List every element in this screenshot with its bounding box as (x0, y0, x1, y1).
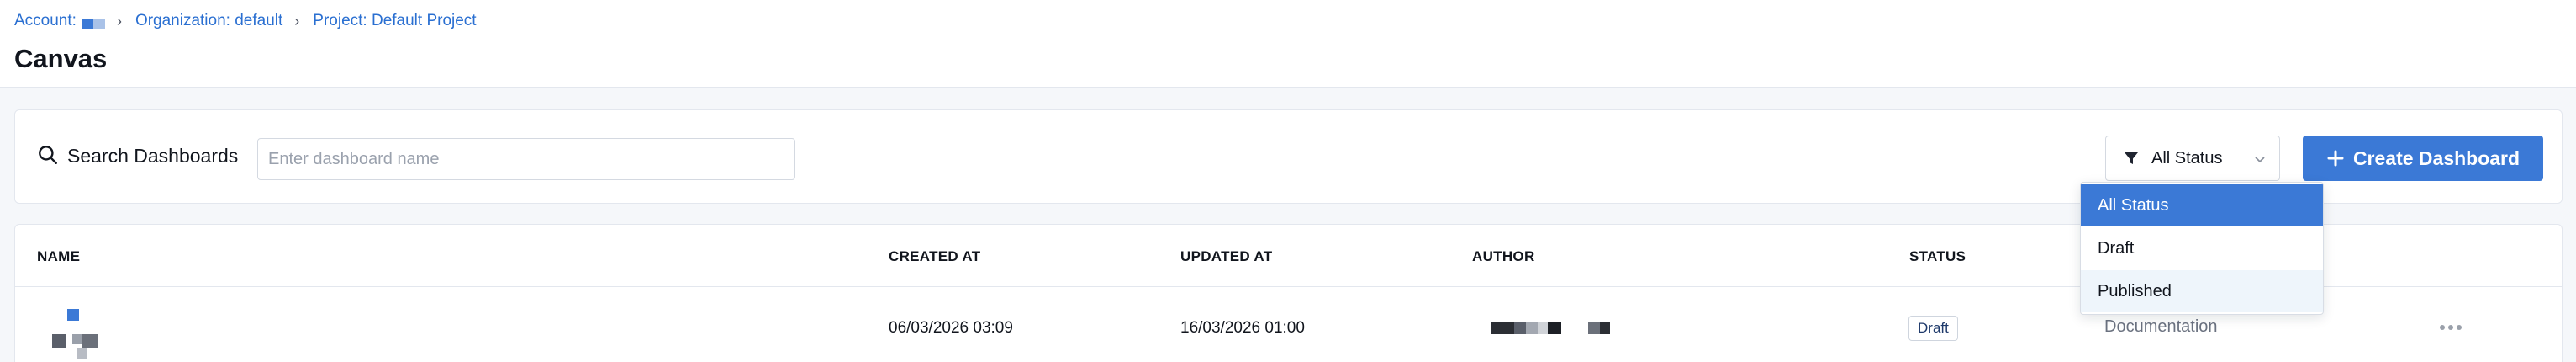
chevron-down-icon (2255, 157, 2265, 163)
updated-at-cell: 16/03/2026 01:00 (1180, 319, 1305, 337)
plus-icon (2327, 150, 2344, 167)
search-icon (39, 146, 57, 164)
status-filter-value: All Status (2151, 149, 2223, 168)
chevron-right-icon: › (116, 13, 122, 29)
created-at-cell: 06/03/2026 03:09 (889, 319, 1013, 337)
account-avatar-image (81, 13, 105, 29)
create-dashboard-label: Create Dashboard (2352, 146, 2521, 169)
status-badge: Draft (1908, 316, 1958, 341)
status-option-all[interactable]: All Status (2081, 184, 2323, 226)
breadcrumb-project[interactable]: Project: Default Project (313, 12, 476, 30)
column-header-author[interactable]: AUTHOR (1472, 248, 1535, 265)
breadcrumb-organization[interactable]: Organization: default (135, 12, 282, 30)
column-header-name[interactable]: NAME (37, 248, 80, 265)
column-header-status[interactable]: STATUS (1909, 248, 1966, 265)
status-filter-select[interactable]: All Status (2105, 136, 2280, 181)
breadcrumb-account[interactable]: Account: (14, 12, 105, 30)
status-option-published[interactable]: Published (2081, 270, 2323, 312)
page-title: Canvas (14, 44, 108, 73)
author-avatar-image (1491, 322, 1625, 334)
breadcrumb: Account: › Organization: default › Proje… (14, 12, 477, 30)
column-header-updated-at[interactable]: UPDATED AT (1180, 248, 1272, 265)
chevron-right-icon: › (294, 13, 300, 29)
filter-icon (2125, 152, 2138, 164)
create-dashboard-button[interactable]: Create Dashboard (2303, 136, 2543, 181)
column-header-created-at[interactable]: CREATED AT (889, 248, 980, 265)
page-header: Account: › Organization: default › Proje… (0, 0, 2576, 88)
more-horizontal-icon[interactable] (2438, 322, 2463, 333)
status-dropdown-menu: All Status Draft Published (2080, 182, 2324, 315)
status-option-draft[interactable]: Draft (2081, 227, 2323, 269)
dashboard-thumbnail (52, 309, 103, 362)
search-label: Search Dashboards (67, 145, 239, 167)
breadcrumb-account-label: Account: (14, 12, 77, 29)
search-input[interactable] (257, 138, 795, 180)
dashboard-tag: Documentation (2104, 317, 2218, 336)
